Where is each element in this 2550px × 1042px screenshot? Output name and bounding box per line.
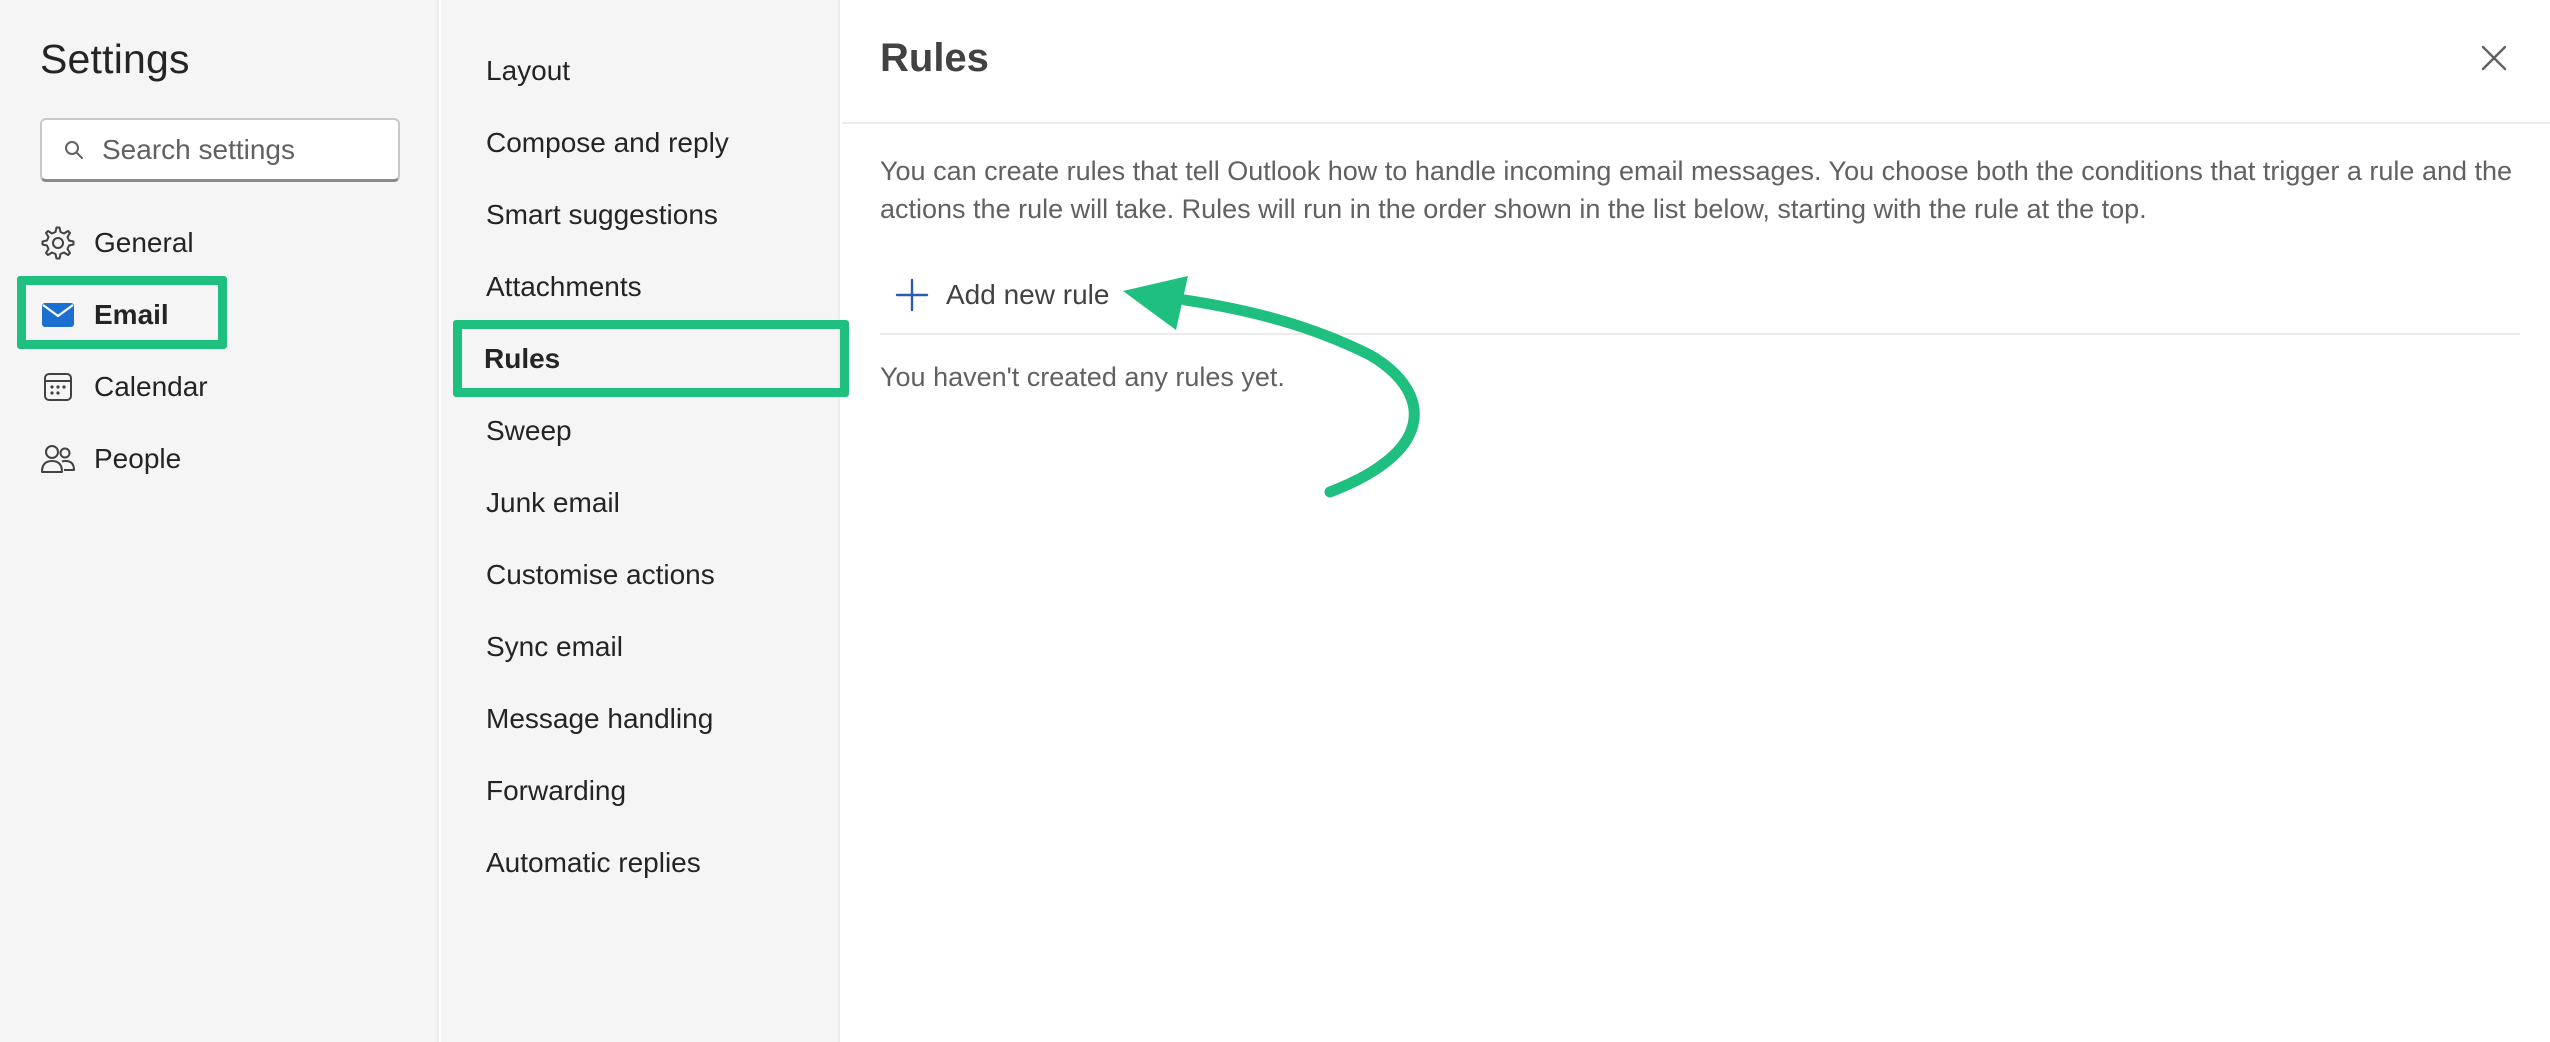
search-icon	[62, 138, 86, 162]
search-settings-box[interactable]	[40, 118, 400, 182]
search-settings-input[interactable]	[100, 132, 390, 167]
close-button[interactable]	[2474, 40, 2514, 80]
subnav-item-message-handling[interactable]: Message handling	[486, 699, 713, 739]
nav-item-label: Email	[94, 299, 169, 330]
page-title: Rules	[880, 36, 989, 80]
people-icon	[40, 441, 76, 477]
rules-description: You can create rules that tell Outlook h…	[880, 156, 2513, 224]
nav-item-people[interactable]: People	[40, 431, 181, 487]
mail-icon	[40, 297, 76, 333]
subnav-item-forwarding[interactable]: Forwarding	[486, 771, 626, 811]
plus-icon	[894, 277, 930, 313]
header-divider	[842, 122, 2550, 124]
subnav-item-smart-suggestions[interactable]: Smart suggestions	[486, 195, 718, 235]
nav-item-label: People	[94, 443, 182, 474]
nav-item-email[interactable]: Email	[40, 287, 169, 343]
empty-rules-message: You haven't created any rules yet.	[880, 362, 1285, 392]
nav-item-general[interactable]: General	[40, 215, 194, 271]
subnav-item-layout[interactable]: Layout	[486, 51, 570, 91]
settings-sidebar: Settings General	[0, 0, 439, 1042]
subnav-item-rules[interactable]: Rules	[484, 339, 560, 379]
email-settings-list: Layout Compose and reply Smart suggestio…	[441, 0, 840, 1042]
calendar-icon	[40, 369, 76, 405]
rules-pane: Rules You can create rules that tell Out…	[842, 0, 2550, 1042]
nav-item-calendar[interactable]: Calendar	[40, 359, 208, 415]
subnav-item-compose-and-reply[interactable]: Compose and reply	[486, 123, 729, 163]
subnav-item-sweep[interactable]: Sweep	[486, 411, 572, 451]
settings-title: Settings	[40, 36, 190, 82]
close-icon	[2480, 44, 2508, 77]
rules-divider	[880, 333, 2520, 335]
subnav-item-sync-email[interactable]: Sync email	[486, 627, 623, 667]
nav-item-label: General	[94, 227, 194, 258]
subnav-item-attachments[interactable]: Attachments	[486, 267, 642, 307]
add-new-rule-label: Add new rule	[946, 279, 1110, 310]
subnav-item-customise-actions[interactable]: Customise actions	[486, 555, 715, 595]
gear-icon	[40, 225, 76, 261]
add-new-rule-button[interactable]: Add new rule	[894, 270, 1109, 320]
settings-window: Settings General	[0, 0, 2550, 1042]
subnav-item-automatic-replies[interactable]: Automatic replies	[486, 843, 701, 883]
nav-item-label: Calendar	[94, 371, 208, 402]
subnav-item-junk-email[interactable]: Junk email	[486, 483, 620, 523]
